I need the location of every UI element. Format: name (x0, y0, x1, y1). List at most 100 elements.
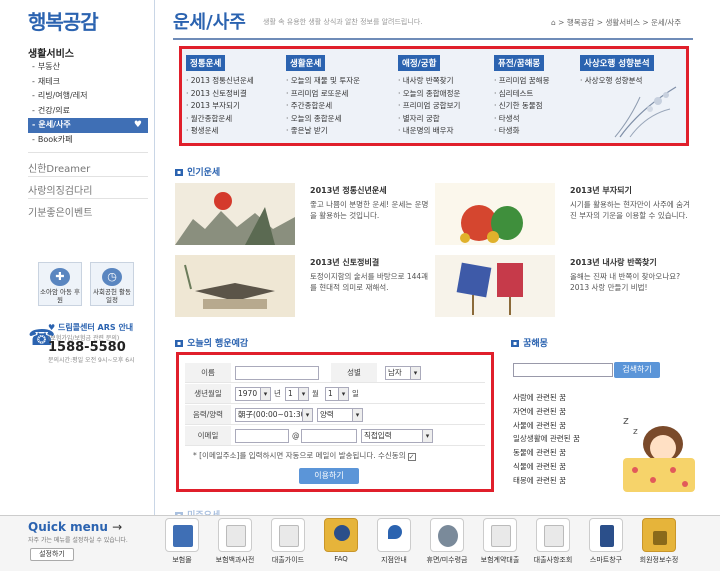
menu-head-personality[interactable]: 사상오행 성향분석 (580, 55, 654, 71)
menu-item[interactable]: 오늘의 종합애정운 (398, 88, 461, 101)
quick-menu-settings-button[interactable]: 설정하기 (30, 548, 74, 561)
sidebar-item-finance[interactable]: 재테크 (28, 75, 148, 90)
popular-card-love[interactable]: 2013년 내사랑 반쪽찾기 올해는 진짜 내 반쪽이 찾아오나요? 2013 … (435, 255, 690, 317)
menu-item[interactable]: 2013 정통신년운세 (186, 75, 254, 88)
quick-item-smart-window[interactable]: 스마트창구 (581, 518, 631, 565)
sidebar-item-bookcafe[interactable]: Book카페 (28, 133, 148, 148)
svg-text:z: z (623, 414, 629, 427)
birth-year-select[interactable]: 1970 (235, 387, 271, 401)
phone-icon: ☎ (28, 326, 56, 351)
consent-checkbox[interactable]: ✓ (407, 453, 416, 461)
menu-item[interactable]: 타생석 (494, 113, 549, 126)
email-row: 이메일 @ 직접입력 (185, 426, 485, 446)
heart-icon: ♥ (133, 120, 142, 131)
sidebar-menu: 부동산 재테크 리빙/여행/레저 건강/의료 운세/사주♥ Book카페 (28, 60, 148, 148)
loan-search-icon (536, 518, 570, 552)
sidebar-item-fortune[interactable]: 운세/사주♥ (28, 118, 148, 133)
book-icon (218, 518, 252, 552)
menu-item[interactable]: 별자리 궁합 (398, 113, 460, 126)
menu-item[interactable]: 내사랑 반쪽찾기 (398, 75, 460, 88)
calendar-type-select[interactable]: 양력 (317, 408, 363, 422)
breadcrumb[interactable]: ⌂ > 행복공감 > 생활서비스 > 운세/사주 (551, 17, 681, 28)
menu-head-traditional[interactable]: 정통운세 (186, 55, 226, 71)
sidebar-item-health[interactable]: 건강/의료 (28, 104, 148, 119)
menu-head-dream[interactable]: 퓨전/꿈해몽 (494, 55, 545, 71)
quick-item-policy-loan[interactable]: 보험계약대출 (475, 518, 525, 565)
brand-logo[interactable]: 행복공감 (28, 6, 99, 35)
popular-card-newyear[interactable]: 2013년 정통신년운세 좋고 나쁨이 분명한 운세! 운세는 운명을 활용하는… (175, 183, 430, 245)
dream-category-item[interactable]: 동물에 관련된 꿈 (513, 446, 580, 460)
quick-item-loan-inquiry[interactable]: 대출사항조회 (528, 518, 578, 565)
arrow-right-icon: → (112, 520, 123, 534)
sidebar-title: 생활서비스 (28, 49, 74, 60)
dream-category-item[interactable]: 사람에 관련된 꿈 (513, 391, 580, 405)
section-title-dream: 꿈해몽 (511, 336, 548, 349)
menu-item[interactable]: 프리미엄 궁합보기 (398, 100, 461, 113)
name-row: 이름 성별 남자 (185, 363, 485, 383)
dream-category-item[interactable]: 사물에 관련된 꿈 (513, 419, 580, 433)
birth-time-select[interactable]: 朝子(00:00~01:30) (235, 408, 313, 422)
sidebar-link-love-bridge[interactable]: 사랑의징검다리 (28, 182, 148, 197)
menu-item[interactable]: 신기한 동물점 (494, 100, 549, 113)
dream-category-item[interactable]: 일상생활에 관련된 꿈 (513, 432, 580, 446)
name-input[interactable] (235, 366, 319, 380)
social-activity-button[interactable]: ◷ 사회공헌 활동 일정 (90, 262, 134, 306)
popular-card-rich[interactable]: 2013년 부자되기 시기를 활용하는 현자만이 사주에 숨겨진 부자의 기운을… (435, 183, 690, 245)
money-bag-illustration (435, 183, 555, 245)
menu-head-daily[interactable]: 생활운세 (286, 55, 326, 71)
gender-select[interactable]: 남자 (385, 366, 421, 380)
dream-category-item[interactable]: 식물에 관련된 꿈 (513, 460, 580, 474)
sidebar-item-realestate[interactable]: 부동산 (28, 60, 148, 75)
menu-item[interactable]: 2013 부자되기 (186, 100, 254, 113)
dream-category-item[interactable]: 자연에 관련된 꿈 (513, 405, 580, 419)
menu-item[interactable]: 좋은날 받기 (286, 125, 360, 138)
quick-menu-bar: Quick menu → 자주 가는 메뉴를 설정하실 수 있습니다. 설정하기… (0, 515, 720, 571)
menu-item[interactable]: 오늘의 종합운세 (286, 113, 360, 126)
email-id-input[interactable] (235, 429, 289, 443)
dream-search-button[interactable]: 검색하기 (614, 362, 660, 378)
menu-item[interactable]: 평생운세 (186, 125, 254, 138)
menu-item[interactable]: 2013 신토정비결 (186, 88, 254, 101)
email-domain-select[interactable]: 직접입력 (361, 429, 433, 443)
shopping-icon (165, 518, 199, 552)
call-number: 1588-5580 (48, 340, 126, 355)
dream-category-item[interactable]: 태몽에 관련된 꿈 (513, 474, 580, 488)
quick-item-branch-info[interactable]: 지점안내 (369, 518, 419, 565)
page-description: 생활 속 유용한 생활 상식과 알찬 정보를 알려드립니다. (263, 18, 423, 26)
menu-item[interactable]: 오늘의 재물 및 투자운 (286, 75, 360, 88)
menu-item[interactable]: 타생화 (494, 125, 549, 138)
divider (28, 198, 148, 199)
quick-item-insurance-encyclopedia[interactable]: 보험백과사전 (210, 518, 260, 565)
lock-icon (642, 518, 676, 552)
menu-item[interactable]: 내운명의 배우자 (398, 125, 460, 138)
sidebar-item-living[interactable]: 리빙/여행/레저 (28, 89, 148, 104)
smartphone-icon (589, 518, 623, 552)
child-cancer-support-button[interactable]: ✚ 소아암 아동 후원 (38, 262, 82, 306)
email-domain-input[interactable] (301, 429, 357, 443)
quick-item-insurance-mall[interactable]: 보험몰 (157, 518, 207, 565)
section-title-popular: 인기운세 (175, 165, 220, 178)
popular-card-tojeong[interactable]: 2013년 신토정비결 토정이지함의 술서를 바탕으로 144괘를 현대적 의미… (175, 255, 430, 317)
birth-month-select[interactable]: 1 (285, 387, 309, 401)
dream-search-input[interactable] (513, 363, 613, 377)
menu-item[interactable]: 월간종합운세 (186, 113, 254, 126)
menu-head-love[interactable]: 애정/궁합 (398, 55, 441, 71)
birth-day-select[interactable]: 1 (325, 387, 349, 401)
submit-button[interactable]: 이용하기 (299, 468, 359, 484)
sidebar-link-dreamer[interactable]: 신한Dreamer (28, 160, 148, 175)
fortune-category-menu: 정통운세 2013 정통신년운세 2013 신토정비결 2013 부자되기 월간… (179, 46, 689, 146)
email-notice: * [이메일주소]를 입력하시면 자동으로 메일이 발송됩니다. 수신동의 ✓ (193, 451, 416, 461)
menu-item[interactable]: 프리미엄 꿈해몽 (494, 75, 550, 88)
dream-category-list: 사람에 관련된 꿈 자연에 관련된 꿈 사물에 관련된 꿈 일상생활에 관련된 … (513, 391, 580, 488)
quick-item-dormant-funds[interactable]: 휴면/미수령금 (422, 518, 472, 565)
divider (28, 176, 148, 177)
quick-item-member-info[interactable]: 회원정보수정 (634, 518, 684, 565)
quick-item-loan-guide[interactable]: 대출가이드 (263, 518, 313, 565)
quick-item-faq[interactable]: FAQ (316, 518, 366, 563)
menu-item[interactable]: 주간종합운세 (286, 100, 360, 113)
norigae-illustration (435, 255, 555, 317)
section-title-today: 오늘의 행운예감 (175, 336, 248, 349)
sidebar-link-event[interactable]: 기분좋은이벤트 (28, 204, 148, 219)
menu-item[interactable]: 프리미엄 로또운세 (286, 88, 360, 101)
menu-item[interactable]: 심리테스트 (494, 88, 549, 101)
